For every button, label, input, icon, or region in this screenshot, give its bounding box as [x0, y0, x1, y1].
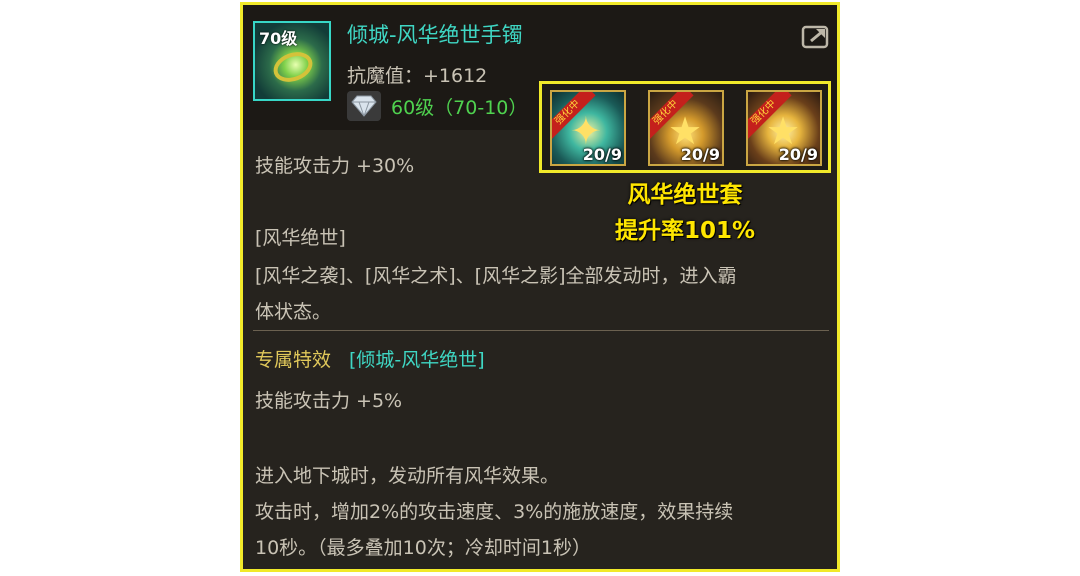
set-item-icon[interactable]: 强化中 ★ 20/9 [648, 90, 724, 166]
set-item-count: 20/9 [680, 145, 720, 164]
skill-attack-bonus: 技能攻击力 +30% [255, 155, 415, 177]
special-effect-line: 攻击时，增加2%的攻击速度、3%的施放速度，效果持续 [255, 501, 734, 523]
diamond-icon [347, 91, 381, 121]
item-stat: 抗魔值：+1612 [347, 65, 488, 87]
special-effect-line: 10秒。（最多叠加10次；冷却时间1秒） [255, 537, 591, 559]
special-effect-line: 进入地下城时，发动所有风华效果。 [255, 465, 560, 487]
set-name-caption: 风华绝世套 [627, 182, 743, 208]
special-skill-attack: 技能攻击力 +5% [255, 390, 403, 412]
set-effect-line: [风华之袭]、[风华之术]、[风华之影]全部发动时，进入霸 [255, 265, 737, 287]
item-tooltip-panel: 70级 倾城-风华绝世手镯 抗魔值：+1612 60级（70-10） 强化中 ✦… [240, 2, 840, 572]
share-icon[interactable] [801, 23, 831, 49]
bracelet-ring-shape [269, 47, 317, 87]
set-item-icon[interactable]: 强化中 ✦ 20/9 [550, 90, 626, 166]
set-tag: [风华绝世] [255, 227, 346, 249]
set-item-count: 20/9 [582, 145, 622, 164]
set-item-icon[interactable]: 强化中 ★ 20/9 [746, 90, 822, 166]
item-level-badge: 70级 [259, 29, 298, 48]
set-effect-line: 体状态。 [255, 301, 332, 323]
set-item-count: 20/9 [778, 145, 818, 164]
bracelet-item-icon[interactable]: 70级 [253, 21, 331, 101]
level-requirement: 60级（70-10） [391, 97, 528, 119]
item-name: 倾城-风华绝世手镯 [347, 23, 523, 47]
section-divider [253, 330, 829, 331]
set-items-highlight: 强化中 ✦ 20/9 强化中 ★ 20/9 强化中 ★ 20/9 [539, 81, 831, 173]
special-effect-label: 专属特效 [255, 349, 332, 371]
set-rate-caption: 提升率101% [614, 218, 756, 244]
special-effect-name: [倾城-风华绝世] [349, 349, 485, 371]
